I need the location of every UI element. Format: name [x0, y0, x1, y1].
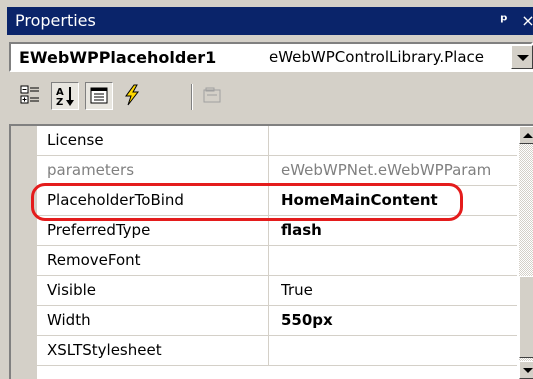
- object-name: EWebWPPlaceholder1: [19, 48, 217, 67]
- scroll-down-button[interactable]: [519, 361, 533, 379]
- property-name: RemoveFont: [47, 251, 141, 269]
- column-divider: [268, 246, 269, 276]
- close-icon[interactable]: ×: [519, 7, 533, 35]
- property-grid: License parameters eWebWPNet.eWebWPParam…: [9, 124, 533, 379]
- events-button[interactable]: [119, 82, 147, 110]
- property-name: License: [47, 131, 104, 149]
- property-value[interactable]: True: [281, 281, 513, 299]
- properties-toolbar: A Z: [9, 78, 533, 116]
- property-row-xsltstylesheet[interactable]: XSLTStylesheet: [37, 336, 517, 366]
- arrow-up-icon: [523, 133, 533, 138]
- svg-text:Z: Z: [56, 97, 63, 108]
- categorized-button[interactable]: [17, 82, 45, 110]
- highlight-annotation: [31, 183, 463, 221]
- object-type: eWebWPControlLibrary.Place: [269, 48, 484, 66]
- properties-window: Properties ᵖ × EWebWPPlaceholder1 eWebWP…: [0, 0, 533, 379]
- property-value[interactable]: 550px: [281, 311, 513, 329]
- column-divider: [268, 336, 269, 366]
- property-pages-button: [199, 82, 227, 110]
- window-title: Properties: [15, 11, 96, 30]
- column-divider: [268, 156, 269, 186]
- vertical-scrollbar[interactable]: [519, 126, 533, 379]
- title-bar: Properties ᵖ ×: [7, 7, 533, 35]
- column-divider: [268, 276, 269, 306]
- column-divider: [268, 306, 269, 336]
- arrow-down-icon: [523, 368, 533, 373]
- alphabetical-button[interactable]: A Z: [51, 82, 79, 110]
- scroll-thumb[interactable]: [519, 276, 533, 358]
- properties-icon: [90, 87, 108, 104]
- property-name: Visible: [47, 281, 96, 299]
- property-value[interactable]: eWebWPNet.eWebWPParam: [281, 161, 513, 179]
- property-row-visible[interactable]: Visible True: [37, 276, 517, 306]
- chevron-down-icon: [517, 55, 529, 61]
- property-name: Width: [47, 311, 91, 329]
- property-value[interactable]: flash: [281, 221, 513, 239]
- property-name: parameters: [47, 161, 135, 179]
- pin-icon[interactable]: ᵖ: [495, 7, 513, 35]
- alphabetical-icon: A Z: [56, 87, 74, 108]
- property-name: XSLTStylesheet: [47, 341, 162, 359]
- grid-gutter: [11, 126, 37, 379]
- property-row-width[interactable]: Width 550px: [37, 306, 517, 336]
- property-name: PreferredType: [47, 221, 151, 239]
- toolbar-separator: [191, 84, 193, 110]
- property-pages-icon: [203, 87, 221, 103]
- scroll-up-button[interactable]: [519, 126, 533, 144]
- object-selector-dropdown-button[interactable]: [511, 45, 533, 69]
- properties-button[interactable]: [85, 82, 113, 110]
- categorized-icon: [20, 85, 39, 104]
- property-row-parameters[interactable]: parameters eWebWPNet.eWebWPParam: [37, 156, 517, 186]
- property-row-removefont[interactable]: RemoveFont: [37, 246, 517, 276]
- object-selector[interactable]: EWebWPPlaceholder1 eWebWPControlLibrary.…: [9, 42, 533, 72]
- events-icon: [125, 84, 140, 106]
- column-divider: [268, 126, 269, 156]
- property-row-license[interactable]: License: [37, 126, 517, 156]
